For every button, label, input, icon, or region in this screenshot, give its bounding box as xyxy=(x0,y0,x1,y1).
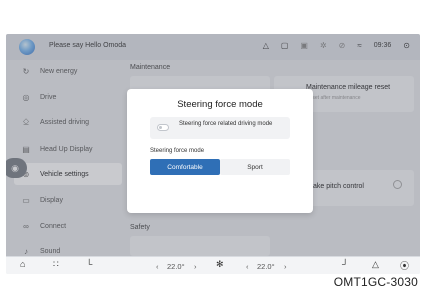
seat-icon[interactable]: └ xyxy=(86,259,92,269)
left-temp-increase[interactable]: › xyxy=(194,262,197,271)
right-temp-increase[interactable]: › xyxy=(284,262,287,271)
apps-icon[interactable]: ∷ xyxy=(53,259,59,270)
navigation-icon[interactable]: △ xyxy=(372,259,379,270)
assistant-icon[interactable]: ⦿ xyxy=(400,259,409,272)
right-temp-decrease[interactable]: ‹ xyxy=(246,262,249,271)
left-temp-decrease[interactable]: ‹ xyxy=(156,262,159,271)
toggle-label: Steering force related driving mode xyxy=(179,121,273,127)
toggle-switch[interactable] xyxy=(157,124,169,131)
home-icon[interactable]: ⌂ xyxy=(20,259,25,269)
bottom-dock: ⌂ ∷ └ ‹ 22.0° › ✻ ‹ 22.0° › ┘ △ ⦿ xyxy=(6,256,420,274)
seat-right-icon[interactable]: ┘ xyxy=(342,259,348,269)
dialog-title: Steering force mode xyxy=(177,99,263,110)
figure-frame: Please say Hello Omoda △ ▢ ▣ ✲ ⊘ ≈ 09:36… xyxy=(0,0,426,292)
mode-label: Steering force mode xyxy=(150,148,205,154)
steering-force-toggle-row[interactable]: Steering force related driving mode xyxy=(150,117,290,139)
right-temperature: 22.0° xyxy=(257,262,275,271)
figure-caption: OMT1GC-3030 xyxy=(333,275,418,289)
left-temperature: 22.0° xyxy=(167,262,185,271)
steering-force-dialog: Steering force mode Steering force relat… xyxy=(127,89,313,213)
infotainment-screen: Please say Hello Omoda △ ▢ ▣ ✲ ⊘ ≈ 09:36… xyxy=(6,34,420,274)
fan-icon[interactable]: ✻ xyxy=(216,259,224,270)
toggle-knob xyxy=(159,126,162,129)
sport-mode-button[interactable]: Sport xyxy=(220,159,290,175)
comfortable-mode-button[interactable]: Comfortable xyxy=(150,159,220,175)
